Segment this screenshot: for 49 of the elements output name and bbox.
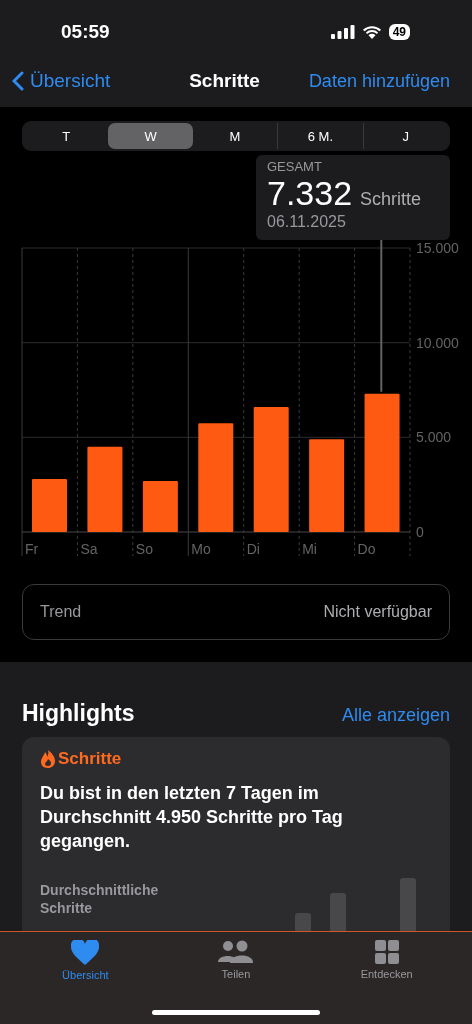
- highlight-text: Du bist in den letzten 7 Tagen im Durchschnitt 4.950 Schritte pro Tag gegangen.: [40, 782, 344, 853]
- add-data-link[interactable]: Daten hinzufügen: [308, 70, 450, 92]
- range-segment[interactable]: M: [192, 123, 278, 149]
- flame-icon: [40, 750, 56, 768]
- axis-label: 15.000: [416, 240, 459, 256]
- chart-label: Durchschnittliche Schritte: [40, 881, 160, 917]
- tooltip-label: GESAMT: [267, 159, 323, 174]
- day-label: Sa: [80, 541, 98, 557]
- card-category: Schritte: [58, 749, 122, 769]
- trend-label: Trend: [40, 603, 82, 621]
- battery-indicator: 49: [388, 23, 410, 40]
- range-segment[interactable]: 6 M.: [277, 123, 363, 149]
- bar[interactable]: [364, 393, 400, 532]
- bar[interactable]: [87, 446, 123, 532]
- chevron-left-icon: [12, 71, 24, 91]
- axis-label: 10.000: [416, 334, 459, 351]
- show-all-link[interactable]: Alle anzeigen: [341, 705, 450, 726]
- tooltip-unit: Schritte: [360, 189, 422, 210]
- back-link[interactable]: Übersicht: [12, 70, 111, 92]
- tooltip-date: 06.11.2025: [267, 213, 347, 231]
- range-segment[interactable]: W: [108, 123, 193, 149]
- tab-bar-item[interactable]: Entdecken: [326, 932, 447, 1024]
- tab-bar-item[interactable]: Teilen: [176, 932, 296, 1024]
- wifi-icon: [361, 24, 382, 39]
- day-label: Fr: [25, 541, 39, 557]
- heart-icon: [71, 940, 100, 965]
- bar[interactable]: [253, 407, 289, 532]
- section-title: Highlights: [22, 700, 135, 727]
- status-time: 05:59: [61, 20, 110, 43]
- axis-label: 5.000: [416, 429, 452, 446]
- tab-bar-item[interactable]: Übersicht: [25, 932, 146, 1024]
- page-title: Schritte: [189, 70, 260, 92]
- day-label: So: [135, 541, 153, 557]
- bar[interactable]: [198, 423, 234, 532]
- bar[interactable]: [309, 439, 345, 532]
- people-icon: [218, 940, 254, 964]
- signal-icon: [330, 24, 355, 39]
- grid-icon: [374, 940, 399, 964]
- day-label: Mo: [191, 541, 211, 557]
- axis-label: 0: [416, 524, 424, 540]
- range-segment[interactable]: T: [24, 123, 109, 149]
- bar[interactable]: [142, 480, 178, 532]
- highlight-card[interactable]: Schritte Du bist in den letzten 7 Tagen im Durchschnitt 4.950 Schritte pro Tag gegangen. Durchschnittliche Schritte: [22, 737, 450, 933]
- day-label: Mi: [302, 541, 317, 557]
- range-segment[interactable]: J: [362, 123, 449, 149]
- tooltip-value: 7.332: [267, 174, 353, 213]
- day-label: Di: [246, 541, 260, 557]
- day-label: Do: [357, 541, 376, 557]
- trend-value: Nicht verfügbar: [323, 603, 432, 621]
